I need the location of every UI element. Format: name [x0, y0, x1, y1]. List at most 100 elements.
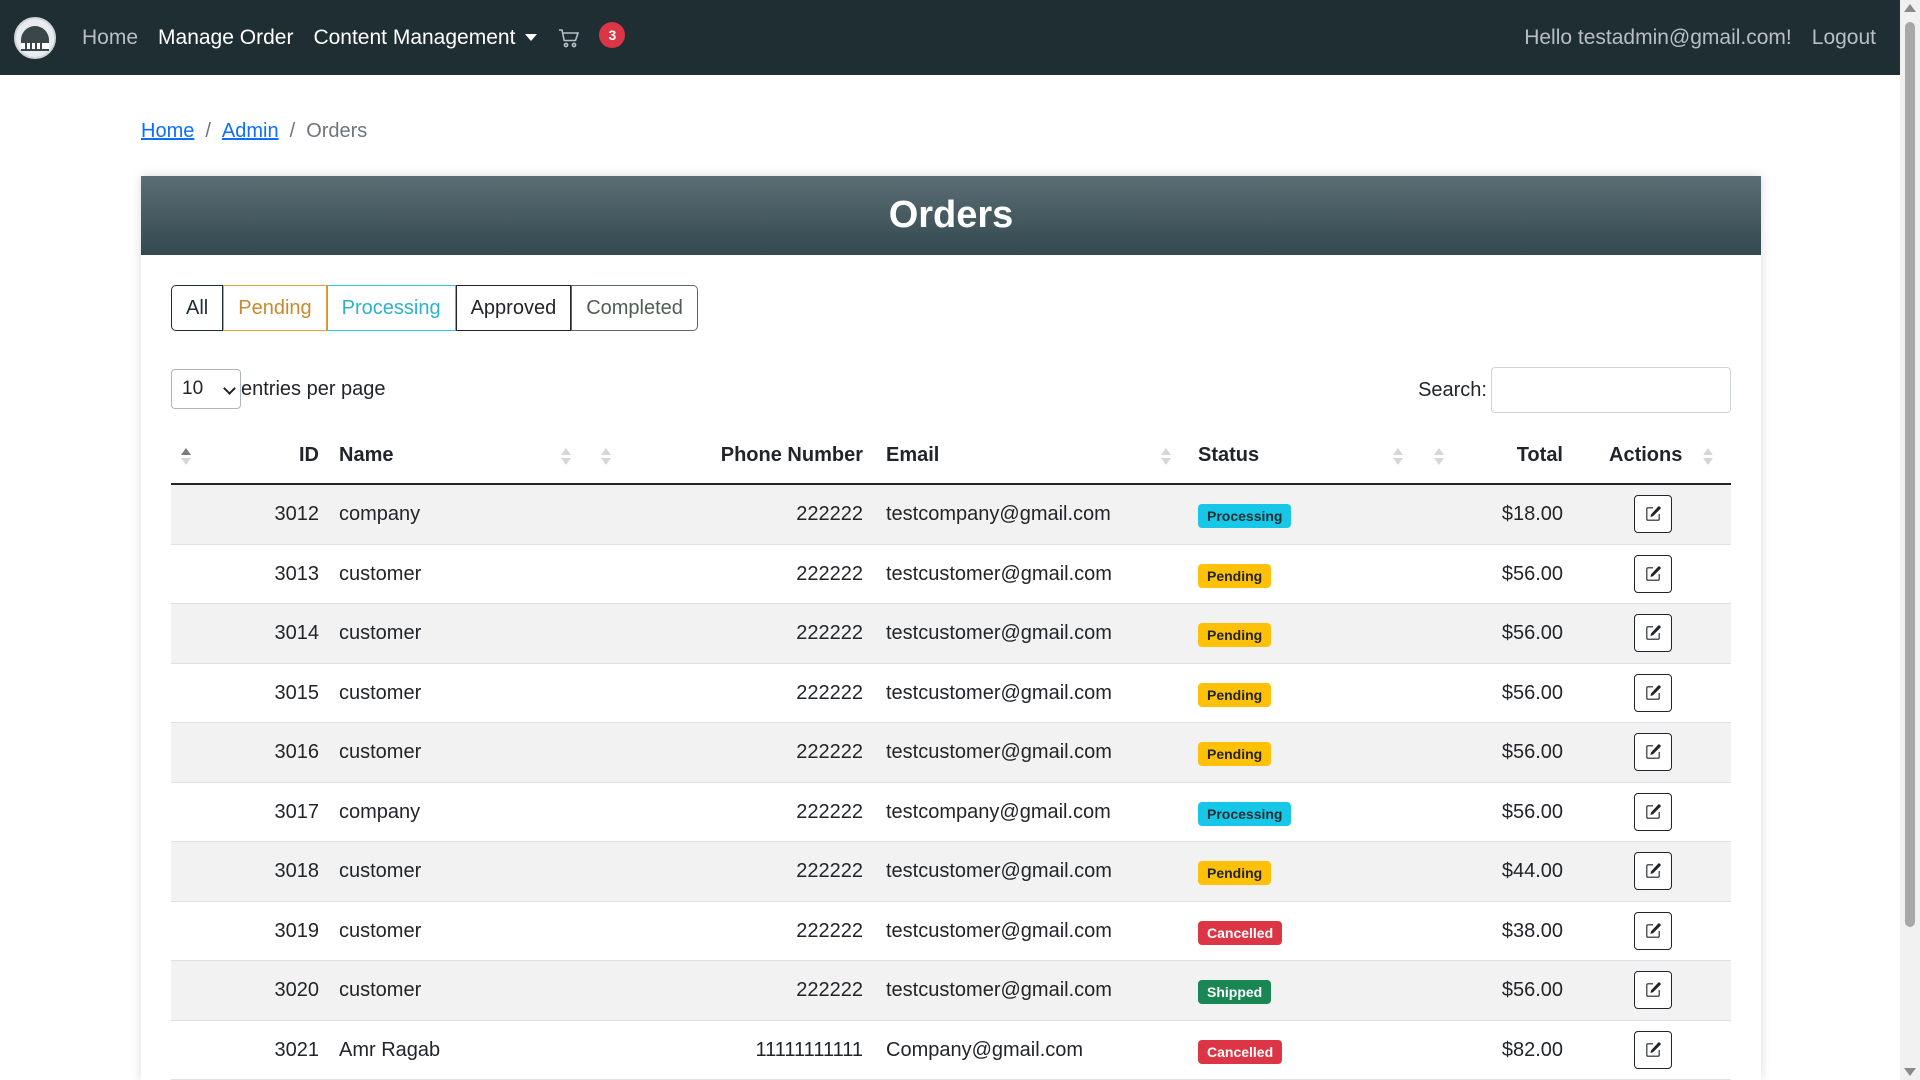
edit-icon	[1646, 982, 1661, 997]
entries-per-page-select[interactable]: 10	[171, 369, 241, 409]
status-badge: Pending	[1198, 623, 1272, 647]
filter-approved-button[interactable]: Approved	[455, 285, 572, 331]
caret-down-icon	[525, 34, 538, 42]
cell-id: 3012	[274, 503, 320, 525]
cell-name: customer	[339, 919, 422, 942]
entries-label: entries per page	[241, 377, 386, 400]
cell-status: Pending	[1198, 861, 1272, 885]
table-row[interactable]: 3013 customer 222222 testcustomer@gmail.…	[171, 545, 1731, 604]
table-row[interactable]: 3016 customer 222222 testcustomer@gmail.…	[171, 723, 1731, 783]
header-email[interactable]: Email	[886, 444, 939, 467]
scroll-up-icon[interactable]	[1904, 4, 1916, 12]
header-status[interactable]: Status	[1198, 444, 1259, 467]
table-row[interactable]: 3020 customer 222222 testcustomer@gmail.…	[171, 961, 1731, 1021]
cell-email: testcustomer@gmail.com	[886, 860, 1112, 882]
cell-name: customer	[339, 979, 422, 1001]
filter-processing-button[interactable]: Processing	[326, 285, 456, 331]
table-row[interactable]: 3018 customer 222222 testcustomer@gmail.…	[171, 842, 1731, 902]
edit-order-button[interactable]	[1634, 971, 1672, 1009]
edit-order-button[interactable]	[1634, 1030, 1672, 1069]
edit-order-button[interactable]	[1634, 792, 1672, 831]
cell-total: $56.00	[1501, 681, 1563, 704]
cell-phone: 222222	[796, 741, 863, 763]
cell-id: 3017	[274, 800, 320, 823]
cell-email: testcustomer@gmail.com	[886, 979, 1112, 1001]
nav-content-management-dropdown[interactable]: Content Management	[313, 25, 538, 50]
cell-name: customer	[339, 860, 422, 882]
cell-status: Pending	[1198, 742, 1272, 766]
cart-count-badge[interactable]: 3	[599, 21, 626, 48]
cell-total: $56.00	[1501, 741, 1563, 763]
edit-order-button[interactable]	[1634, 911, 1672, 950]
content-management-label: Content Management	[313, 25, 516, 49]
sort-icon[interactable]	[1703, 448, 1713, 466]
logout-link[interactable]: Logout	[1812, 26, 1876, 50]
cell-phone: 222222	[796, 800, 863, 823]
cart-icon[interactable]	[557, 26, 581, 50]
cell-status: Cancelled	[1198, 920, 1283, 945]
edit-order-button[interactable]	[1634, 852, 1672, 890]
filter-pending-button[interactable]: Pending	[223, 285, 327, 331]
sort-icon[interactable]	[561, 448, 571, 466]
table-row[interactable]: 3019 customer 222222 testcustomer@gmail.…	[171, 902, 1731, 961]
status-badge: Pending	[1198, 682, 1272, 707]
cell-total: $82.00	[1501, 1038, 1563, 1061]
edit-order-button[interactable]	[1634, 554, 1672, 593]
edit-icon	[1646, 744, 1661, 759]
edit-icon	[1646, 863, 1661, 878]
table-row[interactable]: 3015 customer 222222 testcustomer@gmail.…	[171, 664, 1731, 723]
edit-icon	[1646, 506, 1661, 521]
sort-icon[interactable]	[1161, 448, 1171, 466]
cell-total: $38.00	[1501, 919, 1563, 942]
edit-icon	[1646, 625, 1661, 640]
edit-order-button[interactable]	[1634, 733, 1672, 771]
filter-completed-button[interactable]: Completed	[571, 285, 698, 331]
navbar: Home Manage Order Content Management 3 H…	[0, 0, 1900, 75]
header-phone[interactable]: Phone Number	[721, 444, 863, 467]
cell-name: company	[339, 800, 421, 823]
cell-actions	[1634, 614, 1672, 652]
cell-actions	[1634, 971, 1672, 1009]
cell-name: customer	[339, 622, 422, 644]
table-row[interactable]: 3017 company 222222 testcompany@gmail.co…	[171, 783, 1731, 842]
table-row[interactable]: 3014 customer 222222 testcustomer@gmail.…	[171, 604, 1731, 664]
cell-actions	[1634, 495, 1672, 533]
header-name[interactable]: Name	[339, 444, 393, 467]
sort-icon[interactable]	[601, 448, 611, 466]
sort-icon[interactable]	[181, 448, 191, 466]
edit-order-button[interactable]	[1634, 495, 1672, 533]
header-actions[interactable]: Actions	[1609, 444, 1682, 467]
breadcrumb-admin-link[interactable]: Admin	[222, 120, 279, 143]
table-row[interactable]: 3012 company 222222 testcompany@gmail.co…	[171, 485, 1731, 545]
page-scrollbar[interactable]	[1900, 0, 1920, 1080]
edit-order-button[interactable]	[1634, 673, 1672, 712]
nav-manage-order-link[interactable]: Manage Order	[158, 26, 293, 50]
search-label: Search:	[1418, 378, 1487, 401]
search-input[interactable]	[1491, 367, 1731, 413]
cell-actions	[1634, 852, 1672, 890]
cell-email: testcompany@gmail.com	[886, 503, 1111, 525]
scrollbar-thumb[interactable]	[1905, 22, 1915, 927]
status-filter-group: All Pending Processing Approved Complete…	[171, 285, 698, 331]
breadcrumb-current: Orders	[306, 120, 368, 142]
cell-email: testcustomer@gmail.com	[886, 919, 1112, 942]
scroll-down-icon[interactable]	[1904, 1068, 1916, 1076]
breadcrumb-home-link[interactable]: Home	[141, 120, 194, 143]
status-badge: Pending	[1198, 742, 1272, 766]
table-row[interactable]: 3021 Amr Ragab 11111111111 Company@gmail…	[171, 1021, 1731, 1080]
nav-home-link[interactable]: Home	[82, 26, 138, 50]
edit-order-button[interactable]	[1634, 614, 1672, 652]
entries-control: 10 entries per page	[171, 369, 386, 409]
sort-icon[interactable]	[1393, 448, 1403, 466]
cell-name: company	[339, 503, 421, 525]
filter-all-button[interactable]: All	[171, 285, 224, 331]
cell-email: testcustomer@gmail.com	[886, 741, 1112, 763]
header-total[interactable]: Total	[1517, 444, 1563, 467]
card-header: Orders	[141, 176, 1761, 255]
cell-status: Pending	[1198, 623, 1272, 647]
sort-icon[interactable]	[1434, 448, 1444, 466]
cell-total: $56.00	[1501, 979, 1563, 1001]
cell-phone: 222222	[796, 562, 863, 585]
logo-icon[interactable]	[14, 16, 56, 59]
header-id[interactable]: ID	[299, 444, 319, 467]
